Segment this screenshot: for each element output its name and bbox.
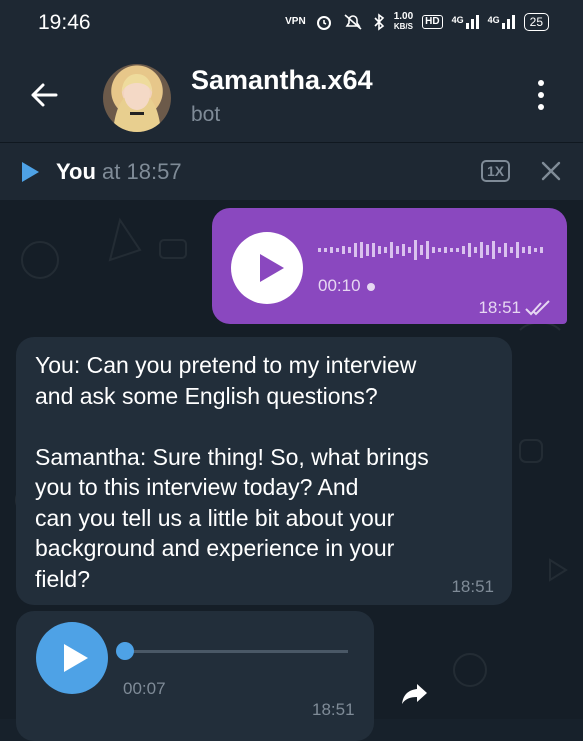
- status-time: 19:46: [38, 11, 91, 34]
- audio-player-bar[interactable]: You at 18:57 1X: [0, 142, 583, 201]
- voice-duration: 00:07: [123, 679, 166, 698]
- hd-icon: HD: [422, 15, 443, 29]
- battery-icon: 25: [523, 13, 549, 31]
- now-playing-time: at 18:57: [102, 159, 182, 184]
- avatar[interactable]: [103, 64, 171, 132]
- unplayed-dot: [366, 282, 375, 291]
- incoming-voice-message[interactable]: 00:07 18:51: [16, 611, 374, 741]
- alarm-icon: [316, 16, 331, 30]
- status-icons: VPN 1.00 KB/S HD 4G 4G 25: [285, 12, 549, 32]
- double-check-icon: [525, 300, 550, 316]
- play-button[interactable]: [231, 232, 303, 304]
- message-time: 18:51: [478, 298, 521, 317]
- message-time: 18:51: [312, 700, 355, 719]
- message-time: 18:51: [451, 577, 494, 596]
- status-bar: 19:46 VPN 1.00 KB/S HD 4G 4G 25: [0, 0, 583, 46]
- chat-subtitle: bot: [191, 103, 221, 126]
- now-playing-label: You at 18:57: [56, 159, 182, 185]
- mute-icon: [344, 14, 362, 30]
- more-options-icon[interactable]: [536, 80, 546, 110]
- voice-progress-track[interactable]: [128, 650, 348, 653]
- message-text: You: Can you pretend to my interview and…: [35, 352, 429, 592]
- vpn-icon: VPN: [285, 16, 306, 27]
- voice-progress-handle[interactable]: [116, 642, 134, 660]
- signal-2-icon: 4G: [488, 15, 515, 29]
- network-speed: 1.00 KB/S: [393, 11, 414, 32]
- signal-1-icon: 4G: [452, 15, 479, 29]
- chat-title[interactable]: Samantha.x64: [191, 65, 373, 96]
- forward-icon[interactable]: [400, 678, 430, 708]
- back-arrow-icon[interactable]: [28, 79, 60, 111]
- play-icon[interactable]: [22, 162, 39, 182]
- waveform: [318, 240, 543, 260]
- voice-duration: 00:10: [318, 276, 375, 296]
- chat-header: Samantha.x64 bot: [0, 46, 583, 142]
- incoming-text-message[interactable]: You: Can you pretend to my interview and…: [16, 337, 512, 605]
- chat-area: 00:10 18:51 You: Can you pretend to my i…: [0, 200, 583, 741]
- now-playing-sender: You: [56, 159, 96, 184]
- playback-speed-button[interactable]: 1X: [481, 160, 511, 182]
- close-icon[interactable]: [539, 159, 563, 183]
- bluetooth-icon: [374, 13, 384, 31]
- outgoing-voice-message[interactable]: 00:10 18:51: [212, 208, 567, 324]
- play-button[interactable]: [36, 622, 108, 694]
